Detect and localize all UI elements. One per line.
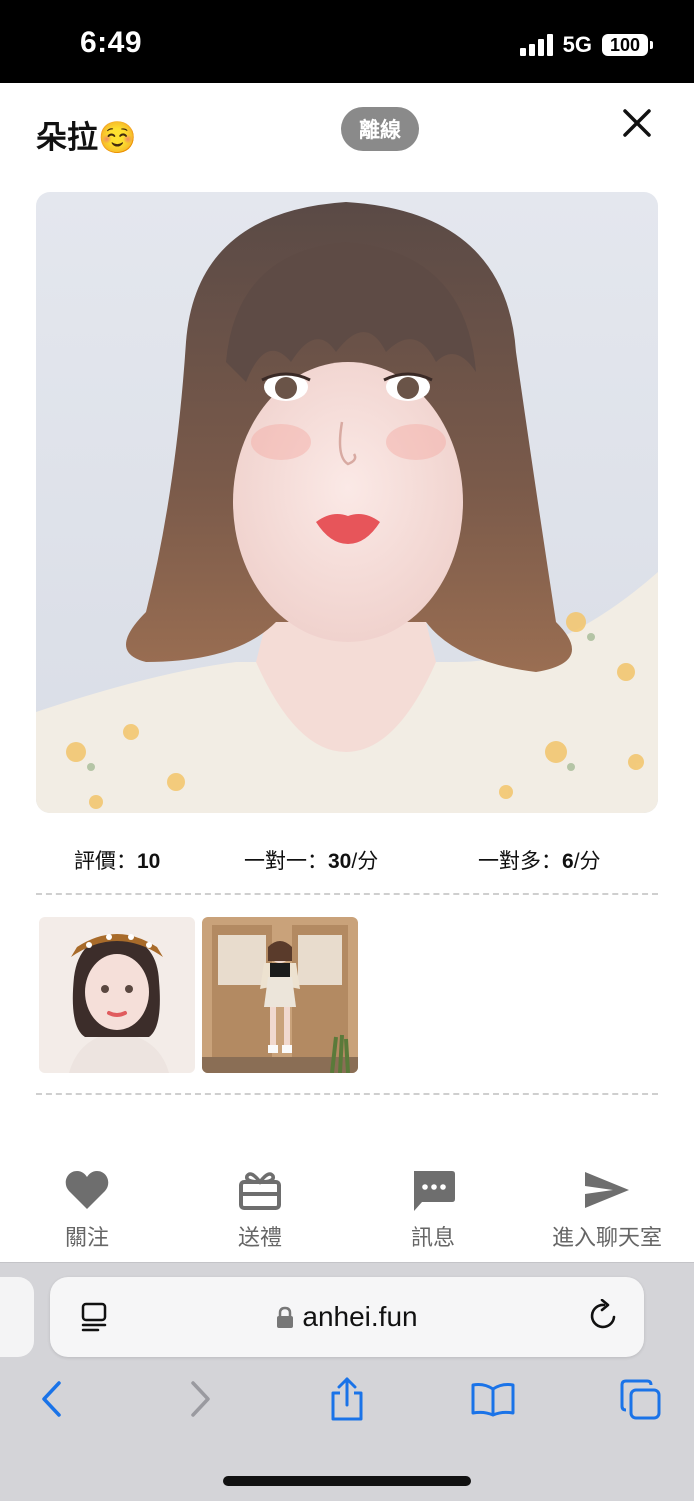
send-gift-button[interactable]: 送禮 (190, 1166, 330, 1252)
lock-icon (277, 1306, 294, 1328)
share-button[interactable] (324, 1376, 370, 1422)
close-button[interactable] (616, 102, 658, 144)
bookmarks-button[interactable] (470, 1376, 516, 1422)
thumbnail-image (202, 917, 358, 1073)
back-button[interactable] (28, 1376, 74, 1422)
home-indicator (223, 1476, 471, 1486)
chevron-right-icon (191, 1381, 210, 1417)
message-button[interactable]: 訊息 (363, 1166, 503, 1252)
status-bar: 6:49 5G 100 (0, 0, 694, 83)
enter-chatroom-label: 進入聊天室 (551, 1225, 662, 1250)
message-label: 訊息 (410, 1225, 455, 1250)
photo-thumbnail[interactable] (202, 917, 358, 1073)
profile-photo[interactable] (36, 192, 658, 813)
tabs-icon (620, 1379, 661, 1420)
divider (36, 893, 658, 895)
profile-name: 朵拉☺️ (36, 120, 137, 155)
battery-level: 100 (609, 34, 641, 55)
divider (36, 1093, 658, 1095)
address-bar[interactable]: anhei.fun (50, 1277, 644, 1357)
previous-tab[interactable] (0, 1277, 34, 1357)
send-icon (585, 1172, 629, 1208)
portrait-image (36, 192, 658, 813)
status-time: 6:49 (80, 26, 143, 59)
tabs-button[interactable] (617, 1376, 663, 1422)
stat-rating-value: 10 (137, 850, 161, 873)
stat-one-to-many: 一對多：6/分 (478, 845, 601, 875)
status-indicators: 5G 100 (519, 32, 653, 58)
message-icon (414, 1171, 455, 1211)
enter-chatroom-button[interactable]: 進入聊天室 (537, 1166, 677, 1252)
send-gift-label: 送禮 (237, 1225, 282, 1250)
battery-icon: 100 (602, 34, 653, 56)
reload-icon[interactable] (588, 1299, 620, 1333)
network-type: 5G (562, 32, 592, 57)
book-icon (471, 1383, 515, 1417)
follow-label: 關注 (64, 1225, 109, 1250)
status-badge: 離線 (341, 107, 419, 151)
stat-one-on-one-label: 一對一： (244, 850, 328, 873)
url-text: anhei.fun (302, 1301, 418, 1332)
heart-icon (65, 1171, 109, 1209)
stat-rating: 評價：10 (74, 845, 160, 875)
signal-icon (519, 34, 553, 56)
forward-button[interactable] (178, 1376, 224, 1422)
follow-button[interactable]: 關注 (17, 1166, 157, 1252)
stat-one-to-many-label: 一對多： (478, 850, 562, 873)
thumbnail-image (39, 917, 195, 1073)
price-stats: 評價：10 一對一：30/分 一對多：6/分 (36, 845, 658, 875)
stat-one-to-many-value: 6 (562, 850, 574, 873)
share-icon (331, 1377, 363, 1421)
stat-rating-label: 評價： (74, 850, 137, 873)
chevron-left-icon (42, 1381, 61, 1417)
stat-one-on-one-value: 30 (328, 850, 352, 873)
stat-one-on-one-unit: /分 (351, 850, 379, 873)
close-icon (623, 109, 651, 137)
url-display: anhei.fun (50, 1301, 644, 1333)
stat-one-on-one: 一對一：30/分 (244, 845, 378, 875)
gift-icon (239, 1172, 281, 1210)
photo-thumbnail[interactable] (39, 917, 195, 1073)
stat-one-to-many-unit: /分 (573, 850, 601, 873)
